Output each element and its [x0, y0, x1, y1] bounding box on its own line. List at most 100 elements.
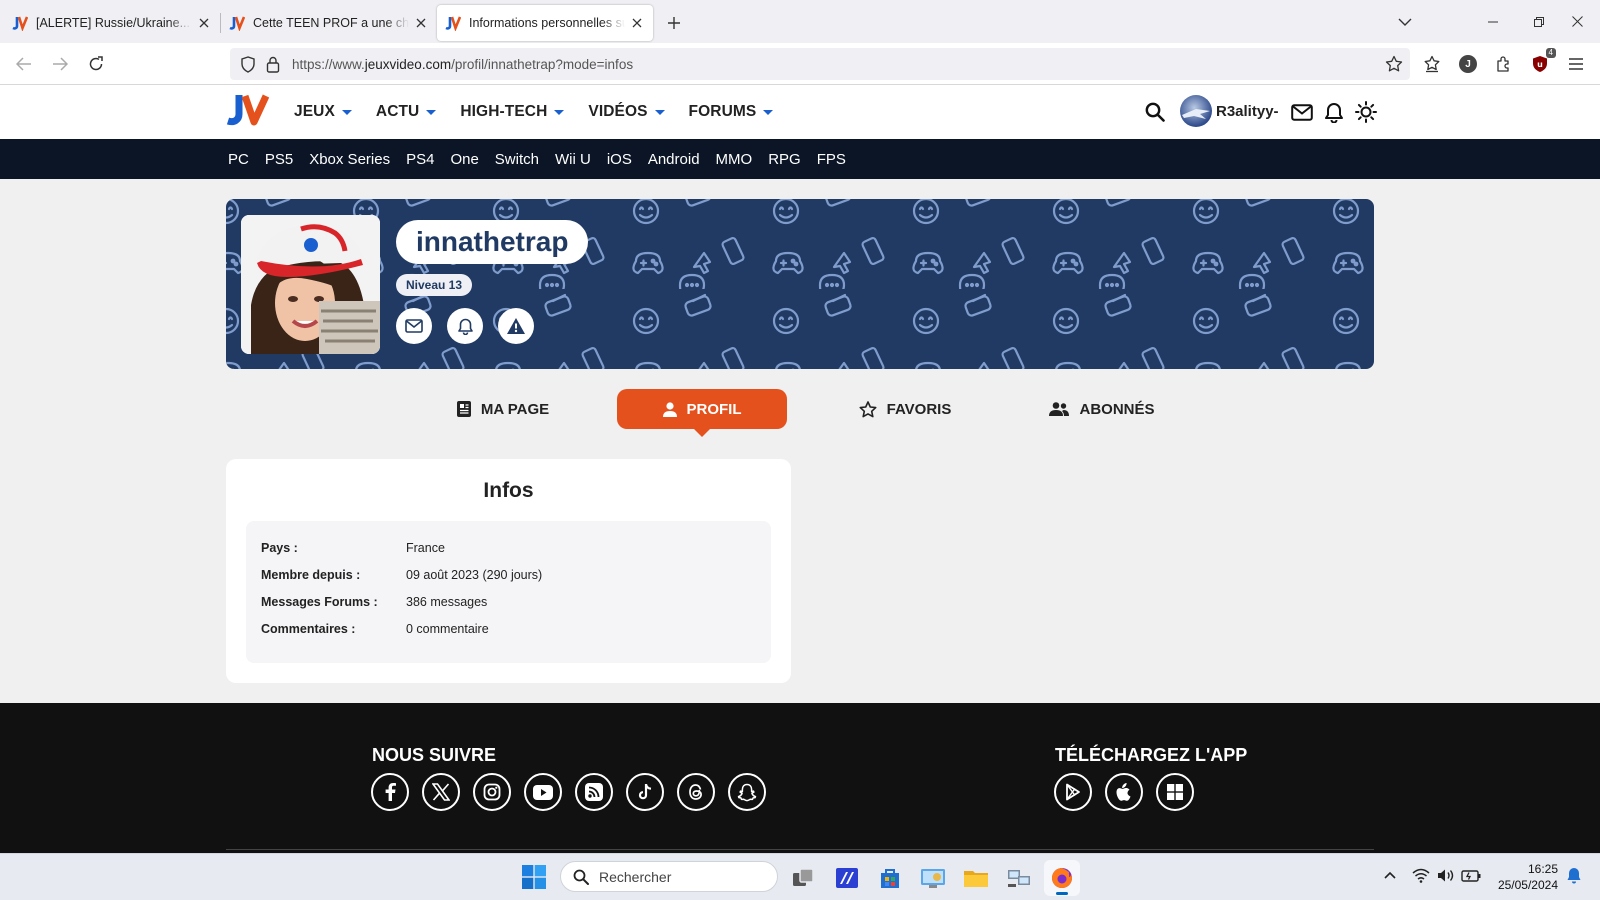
menu-item-jeux[interactable]: JEUX: [294, 103, 352, 121]
close-tab-icon[interactable]: [413, 15, 429, 31]
app-title: TÉLÉCHARGEZ L'APP: [1055, 745, 1248, 765]
caret-down-icon: [341, 109, 352, 115]
new-tab-button[interactable]: [659, 8, 689, 38]
messages-button[interactable]: [1290, 100, 1314, 124]
taskbar-app-store[interactable]: [872, 860, 908, 896]
tab-profil[interactable]: PROFIL: [617, 389, 787, 437]
tab-favoris[interactable]: FAVORIS: [820, 389, 990, 429]
tiktok-icon[interactable]: [626, 773, 664, 811]
taskbar-clock[interactable]: 16:25 25/05/2024: [1492, 861, 1558, 893]
platform-link[interactable]: Wii U: [555, 151, 591, 168]
browser-tab-active[interactable]: Informations personnelles sur le: [437, 5, 653, 41]
battery-icon: [1461, 870, 1481, 882]
info-row-membre-depuis: Membre depuis : 09 août 2023 (290 jours): [261, 568, 542, 582]
taskbar-app-explorer[interactable]: [958, 860, 994, 896]
snapchat-icon[interactable]: [728, 773, 766, 811]
youtube-icon[interactable]: [524, 773, 562, 811]
address-bar[interactable]: https://www.jeuxvideo.com/profil/innathe…: [230, 48, 1410, 80]
volume-status[interactable]: [1437, 868, 1455, 883]
site-header: JEUX ACTU HIGH-TECH VIDÉOS FORUMS R3alit…: [0, 85, 1600, 139]
instagram-icon[interactable]: [473, 773, 511, 811]
jv-favicon-icon: [12, 16, 28, 31]
mail-icon: [1291, 103, 1313, 121]
battery-status[interactable]: [1461, 868, 1481, 883]
follow-notifications-button[interactable]: [447, 308, 483, 344]
platform-link[interactable]: iOS: [607, 151, 632, 168]
jeuxvideo-logo[interactable]: [226, 93, 270, 127]
tab-ma-page[interactable]: MA PAGE: [418, 389, 588, 429]
task-view-button[interactable]: [785, 860, 821, 896]
reload-button[interactable]: [84, 52, 108, 76]
close-tab-icon[interactable]: [196, 15, 212, 31]
google-play-icon[interactable]: [1054, 773, 1092, 811]
platform-link[interactable]: Xbox Series: [309, 151, 390, 168]
platform-link[interactable]: PC: [228, 151, 249, 168]
report-button[interactable]: [498, 308, 534, 344]
site-search-button[interactable]: [1143, 100, 1167, 124]
sun-icon: [1355, 101, 1377, 123]
facebook-icon[interactable]: [371, 773, 409, 811]
notifications-button[interactable]: [1322, 100, 1346, 124]
platform-link[interactable]: Switch: [495, 151, 539, 168]
theme-toggle-button[interactable]: [1354, 100, 1378, 124]
url-text: https://www.jeuxvideo.com/profil/innathe…: [292, 56, 634, 72]
info-key: Pays :: [261, 541, 298, 555]
platform-link[interactable]: RPG: [768, 151, 801, 168]
close-tab-icon[interactable]: [629, 15, 645, 31]
start-button[interactable]: [522, 865, 546, 889]
back-button[interactable]: [12, 52, 36, 76]
threads-icon[interactable]: [677, 773, 715, 811]
rss-icon[interactable]: [575, 773, 613, 811]
extensions-button[interactable]: [1492, 52, 1516, 76]
send-message-button[interactable]: [396, 308, 432, 344]
windows-icon[interactable]: [1156, 773, 1194, 811]
platform-link[interactable]: MMO: [716, 151, 753, 168]
taskbar-app-vs[interactable]: [829, 860, 865, 896]
browser-tab[interactable]: [ALERTE] Russie/Ukraine... Suite à: [4, 5, 220, 41]
list-all-tabs-button[interactable]: [1390, 0, 1420, 43]
bookmark-star-button[interactable]: [1382, 52, 1406, 76]
taskbar-app-firefox[interactable]: [1044, 860, 1080, 896]
browser-tab[interactable]: Cette TEEN PROF a une chaîne you: [221, 5, 437, 41]
user-menu[interactable]: R3alityy-: [1180, 95, 1279, 127]
platform-link[interactable]: FPS: [817, 151, 846, 168]
platform-link[interactable]: Android: [648, 151, 700, 168]
level-badge: Niveau 13: [396, 274, 473, 296]
close-window-button[interactable]: [1554, 0, 1600, 43]
forward-button[interactable]: [48, 52, 72, 76]
profile-tabs: MA PAGE PROFIL FAVORIS ABONNÉS: [0, 389, 1600, 437]
taskbar-app-control-panel[interactable]: [915, 860, 951, 896]
minimize-button[interactable]: [1470, 0, 1516, 43]
info-key: Messages Forums :: [261, 595, 378, 609]
apple-icon[interactable]: [1105, 773, 1143, 811]
platform-link[interactable]: PS4: [406, 151, 434, 168]
tab-abonnes[interactable]: ABONNÉS: [1017, 389, 1187, 429]
menu-item-actu[interactable]: ACTU: [376, 103, 437, 121]
ublock-extension-button[interactable]: u 4: [1528, 48, 1556, 76]
lock-icon[interactable]: [266, 56, 280, 73]
x-icon[interactable]: [422, 773, 460, 811]
notification-center-button[interactable]: [1567, 867, 1581, 884]
info-key: Commentaires :: [261, 622, 356, 636]
app-menu-button[interactable]: [1564, 52, 1588, 76]
platform-link[interactable]: PS5: [265, 151, 293, 168]
shield-icon[interactable]: [240, 55, 256, 73]
bell-icon: [457, 318, 473, 335]
taskbar-app-network[interactable]: [1001, 860, 1037, 896]
show-hidden-icons-button[interactable]: [1383, 868, 1397, 882]
account-button[interactable]: J: [1456, 52, 1480, 76]
info-row-messages-forums: Messages Forums : 386 messages: [261, 595, 487, 609]
taskbar-search[interactable]: Rechercher: [560, 861, 778, 892]
wifi-status[interactable]: [1412, 868, 1430, 883]
site-footer: NOUS SUIVRE TÉLÉCHARGEZ L'APP: [0, 703, 1600, 853]
menu-item-forums[interactable]: FORUMS: [689, 103, 774, 121]
menu-item-videos[interactable]: VIDÉOS: [588, 103, 665, 121]
menu-item-high-tech[interactable]: HIGH-TECH: [460, 103, 565, 121]
follow-title: NOUS SUIVRE: [372, 745, 497, 765]
bookmarks-list-button[interactable]: [1420, 52, 1444, 76]
taskbar-search-placeholder: Rechercher: [599, 868, 672, 885]
platform-bar: PC PS5 Xbox Series PS4 One Switch Wii U iOS Andr…: [0, 139, 1600, 179]
info-key: Membre depuis :: [261, 568, 361, 582]
browser-nav-bar: https://www.jeuxvideo.com/profil/innathe…: [0, 43, 1600, 85]
platform-link[interactable]: One: [450, 151, 478, 168]
